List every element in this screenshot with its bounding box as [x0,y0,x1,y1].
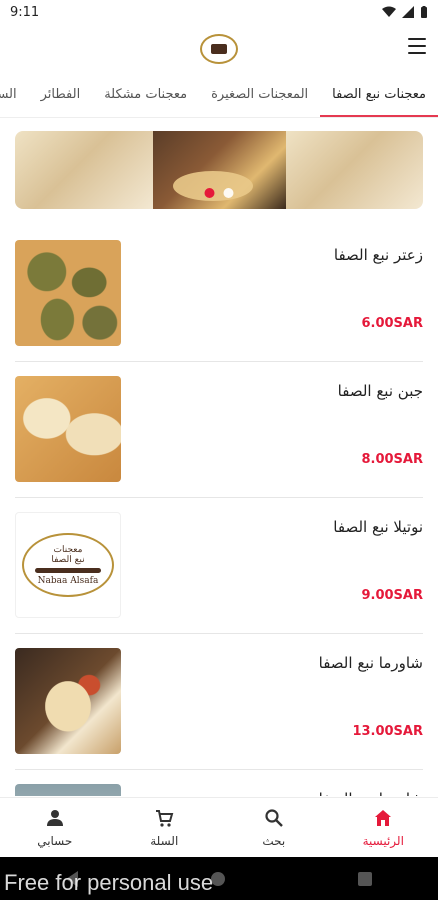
product-name: زعتر نبع الصفا [333,246,423,264]
watermark-text: Free for personal use [4,870,214,895]
recents-button[interactable] [357,871,372,886]
product-name: نوتيلا نبع الصفا [333,518,423,536]
product-price: 13.00SAR [352,724,423,739]
nav-item-account[interactable]: حسابي [0,798,110,857]
product-image[interactable] [15,784,121,796]
product-image[interactable] [15,240,121,346]
status-time: 9:11 [10,4,40,20]
product-image[interactable]: معجنات نبع الصفا Nabaa Alsafa [15,512,121,618]
bottom-nav: الرئيسية بحث السلة حسابي [0,797,438,857]
account-icon [45,808,65,831]
status-bar: 9:11 [0,0,438,24]
nav-item-label: حسابي [37,833,73,848]
promo-banner[interactable] [15,131,423,209]
product-row[interactable]: زعتر نبع الصفا 6.00SAR [15,226,423,362]
tab-category[interactable]: السد [0,74,29,117]
tab-category[interactable]: معجنات مشكلة [92,74,199,117]
banner-dot[interactable] [223,188,234,198]
product-name: جبن نبع الصفا [337,382,423,400]
nav-item-label: الرئيسية [362,833,404,848]
signal-icon [402,6,414,18]
product-image[interactable] [15,648,121,754]
nav-item-home[interactable]: الرئيسية [329,798,438,857]
product-name: شاورما نبع الصفا [319,790,423,796]
menu-button[interactable] [408,38,426,54]
category-tabs: معجنات نبع الصفا المعجنات الصغيرة معجنات م… [0,74,438,118]
logo-line-1: معجنات [53,544,83,555]
banner-pagination [204,188,234,198]
app-header [0,24,438,74]
logo-line-3: Nabaa Alsafa [37,575,99,586]
product-row[interactable]: شاورما نبع الصفا [15,770,423,796]
product-image[interactable] [15,376,121,482]
search-icon [264,808,284,831]
nav-item-cart[interactable]: السلة [110,798,220,857]
product-price: 8.00SAR [361,452,423,467]
logo-line-2: نبع الصفا [51,554,85,565]
product-row[interactable]: شاورما نبع الصفا 13.00SAR [15,634,423,770]
battery-icon [421,5,427,18]
wifi-icon [382,6,396,17]
logo-bar [35,567,101,573]
product-brand-logo: معجنات نبع الصفا Nabaa Alsafa [22,533,114,597]
cart-icon [154,808,174,831]
nav-item-label: بحث [262,833,286,848]
product-name: شاورما نبع الصفا [318,654,423,672]
product-row[interactable]: جبن نبع الصفا 8.00SAR [15,362,423,498]
product-row[interactable]: معجنات نبع الصفا Nabaa Alsafa نوتيلا نبع ال… [15,498,423,634]
tab-category[interactable]: الفطائر [29,74,93,117]
tab-category[interactable]: المعجنات الصغيرة [199,74,320,117]
status-icons [382,5,428,19]
nav-item-label: السلة [150,833,179,848]
tab-category[interactable]: معجنات نبع الصفا [320,74,438,117]
product-price: 6.00SAR [361,316,423,331]
nav-item-search[interactable]: بحث [219,798,329,857]
banner-dot-active[interactable] [204,188,215,198]
product-list: زعتر نبع الصفا 6.00SAR جبن نبع الصفا 8.00SA… [0,226,438,796]
brand-logo[interactable] [200,34,238,64]
product-price: 9.00SAR [361,588,423,603]
home-icon [373,808,393,831]
